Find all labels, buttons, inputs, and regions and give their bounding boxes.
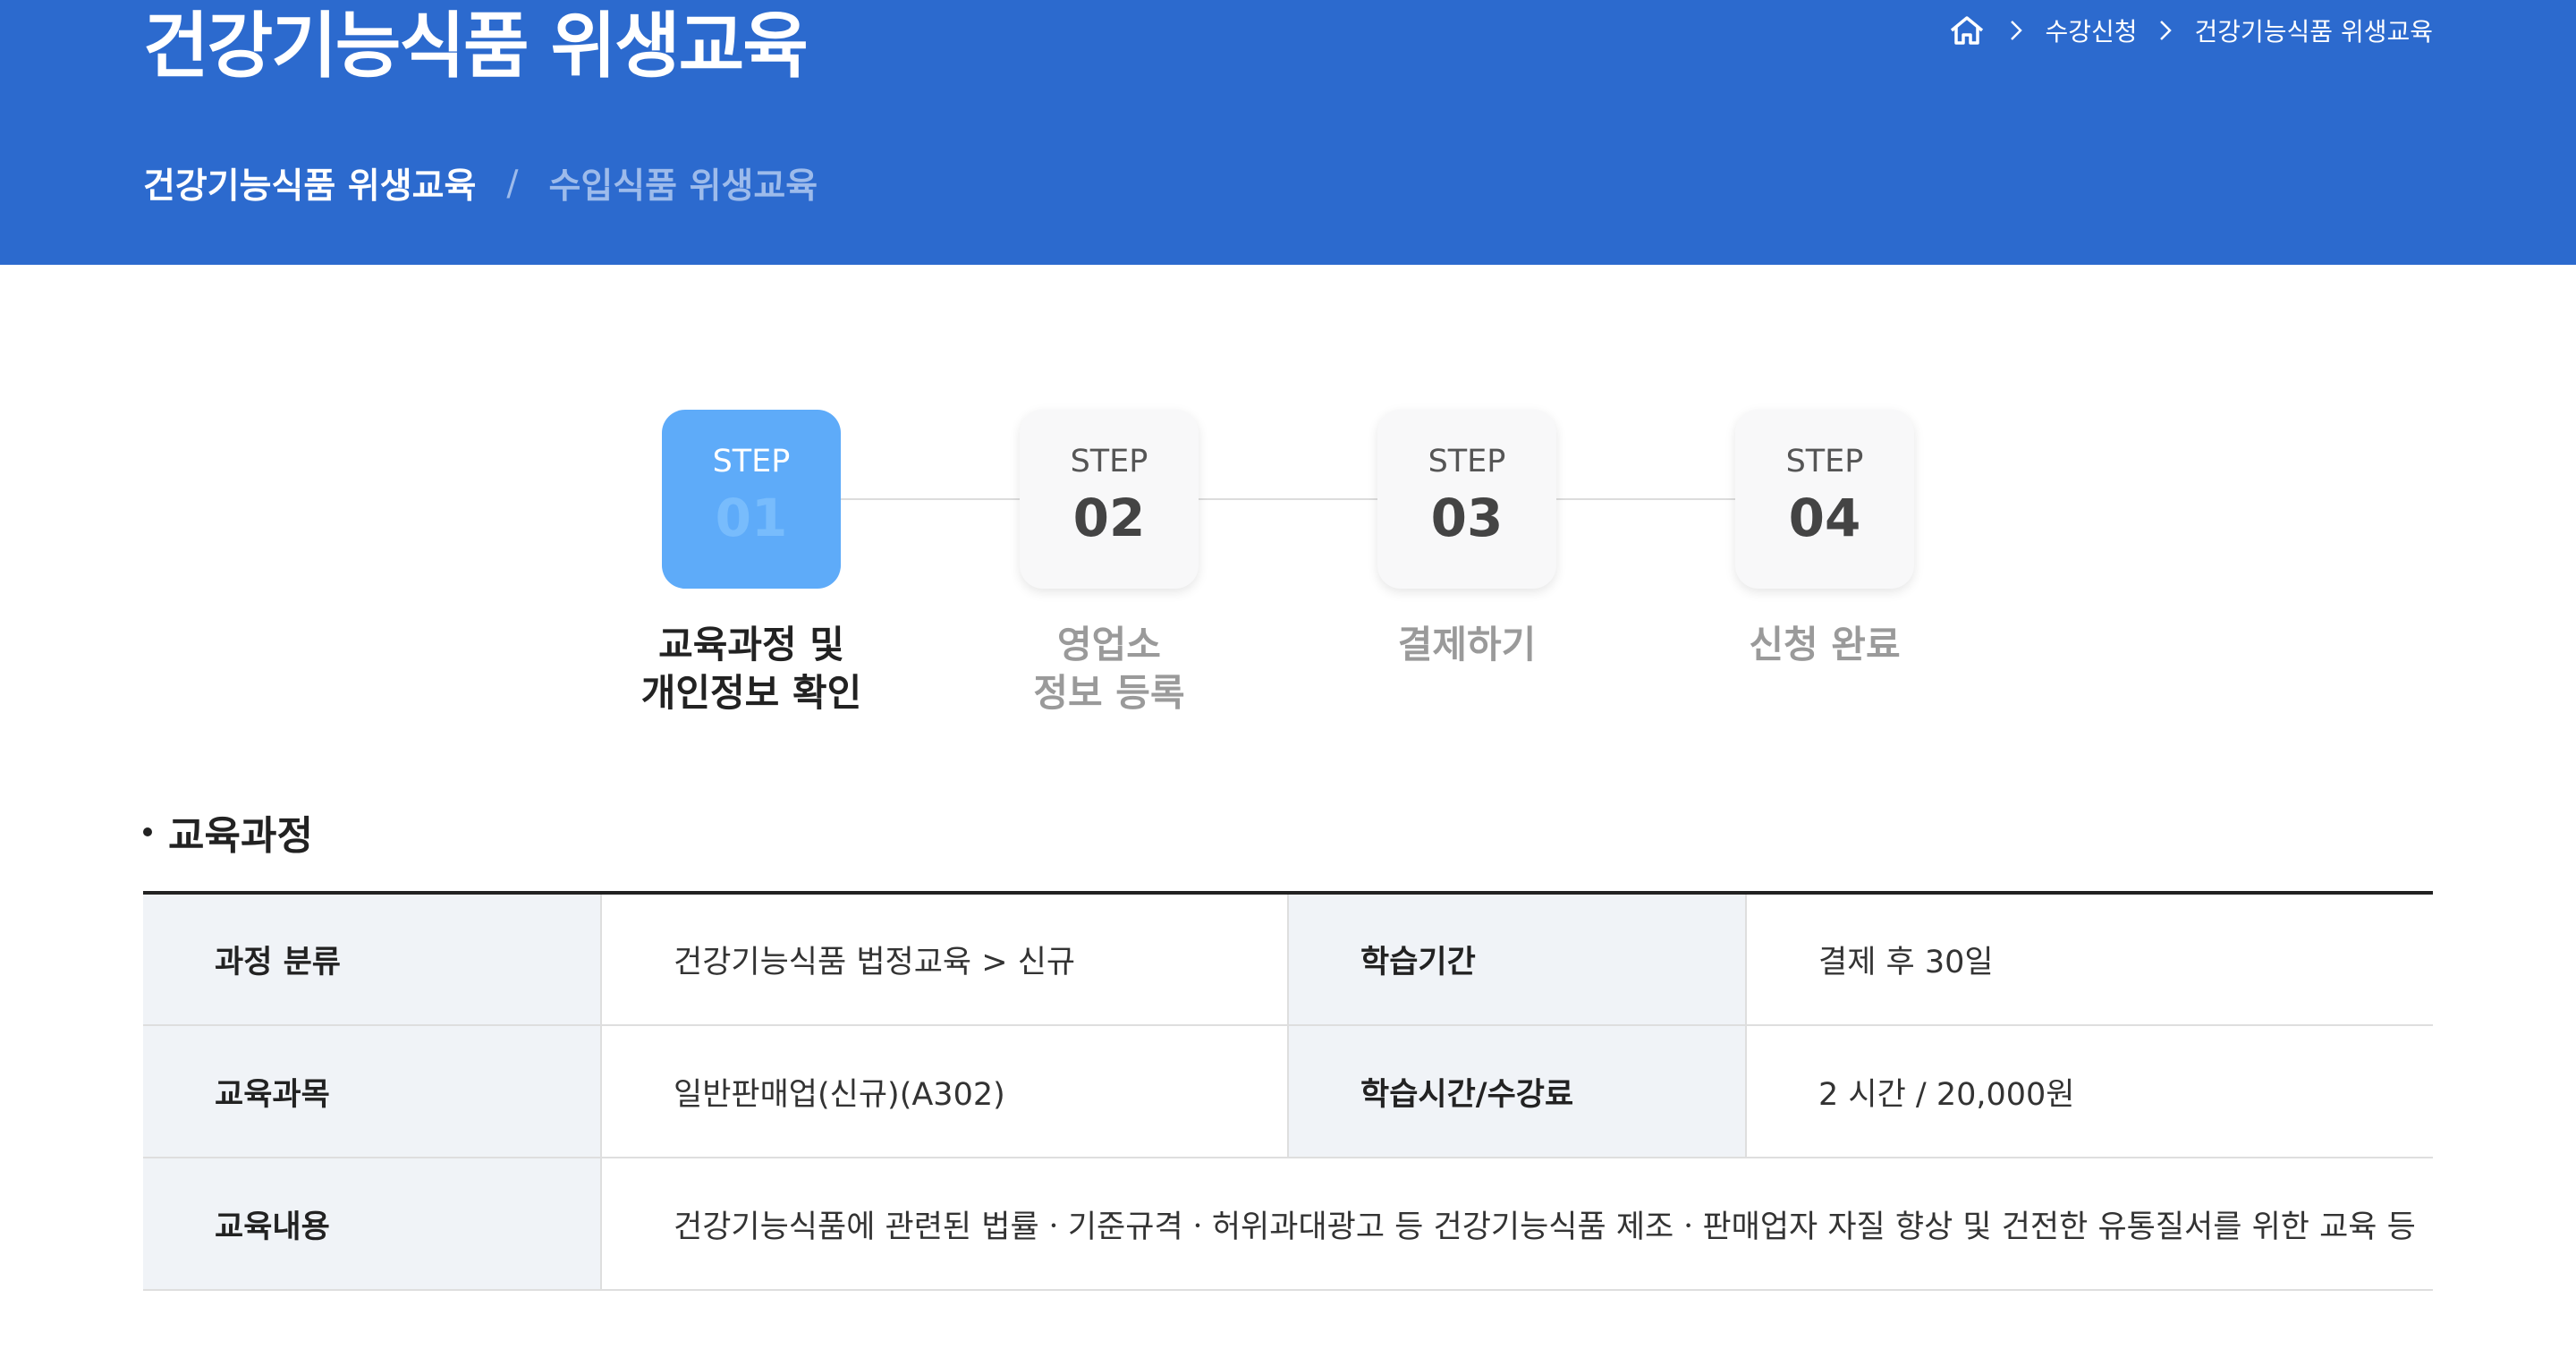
step-caption: 영업소 정보 등록 (975, 621, 1243, 717)
chevron-right-icon (1987, 20, 2045, 41)
row-value: 2 시간 / 20,000원 (1745, 1025, 2433, 1158)
step-keyword: STEP (1785, 444, 1864, 479)
table-row: 교육과목 일반판매업(신규)(A302) 학습시간/수강료 2 시간 / 20,… (143, 1025, 2433, 1158)
table-row: 과정 분류 건강기능식품 법정교육 > 신규 학습기간 결제 후 30일 (143, 893, 2433, 1026)
row-value: 건강기능식품 법정교육 > 신규 (600, 893, 1288, 1026)
step-caption-line: 정보 등록 (1033, 671, 1185, 715)
page-header: 건강기능식품 위생교육 수강신청 건강기능식품 위생교육 건강기능식품 위생교육… (0, 0, 2576, 265)
row-label: 학습기간 (1287, 893, 1746, 1026)
step-number: 02 (1072, 488, 1146, 548)
step-4: STEP 04 신청 완료 (1735, 410, 1914, 669)
steps-connector-line (751, 498, 1825, 500)
step-box: STEP 03 (1377, 410, 1556, 589)
sub-navigation: 건강기능식품 위생교육 / 수입식품 위생교육 (143, 158, 818, 208)
step-number: 01 (715, 488, 788, 548)
step-keyword: STEP (712, 444, 791, 479)
row-label: 교육과목 (143, 1025, 601, 1158)
step-1: STEP 01 교육과정 및 개인정보 확인 (641, 410, 861, 717)
row-value: 건강기능식품에 관련된 법률ㆍ기준규격ㆍ허위과대광고 등 건강기능식품 제조ㆍ판… (600, 1158, 2433, 1291)
chevron-right-icon (2137, 20, 2194, 41)
page-title: 건강기능식품 위생교육 (143, 4, 809, 88)
subnav-separator: / (506, 163, 519, 204)
step-keyword: STEP (1070, 444, 1148, 479)
step-box: STEP 02 (1020, 410, 1199, 589)
table-row: 교육내용 건강기능식품에 관련된 법률ㆍ기준규격ㆍ허위과대광고 등 건강기능식품… (143, 1158, 2433, 1291)
breadcrumb-item-current[interactable]: 건강기능식품 위생교육 (2194, 13, 2433, 48)
step-caption-line: 결제하기 (1397, 623, 1537, 666)
breadcrumb: 수강신청 건강기능식품 위생교육 (1946, 13, 2433, 48)
breadcrumb-item-apply[interactable]: 수강신청 (2045, 13, 2137, 48)
step-caption-line: 교육과정 및 (658, 623, 844, 666)
step-caption: 결제하기 (1333, 621, 1601, 669)
subnav-imported-food-training[interactable]: 수입식품 위생교육 (549, 158, 818, 208)
step-keyword: STEP (1428, 444, 1506, 479)
step-number: 03 (1430, 488, 1504, 548)
step-box: STEP 04 (1735, 410, 1914, 589)
step-caption: 신청 완료 (1690, 621, 1959, 669)
step-number: 04 (1788, 488, 1861, 548)
step-3: STEP 03 결제하기 (1377, 410, 1556, 669)
step-box: STEP 01 (662, 410, 841, 589)
step-2: STEP 02 영업소 정보 등록 (1020, 410, 1199, 717)
bullet-icon (143, 827, 152, 836)
step-caption-line: 영업소 (1057, 623, 1161, 666)
row-label: 학습시간/수강료 (1287, 1025, 1746, 1158)
step-caption: 교육과정 및 개인정보 확인 (617, 621, 886, 717)
row-value: 결제 후 30일 (1745, 893, 2433, 1026)
row-label: 교육내용 (143, 1158, 601, 1291)
home-icon[interactable] (1946, 13, 1987, 48)
section-title-text: 교육과정 (168, 813, 313, 859)
subnav-health-food-training[interactable]: 건강기능식품 위생교육 (143, 158, 476, 208)
row-label: 과정 분류 (143, 893, 601, 1026)
step-caption-line: 개인정보 확인 (640, 671, 862, 715)
step-caption-line: 신청 완료 (1749, 623, 1901, 666)
course-info-table: 과정 분류 건강기능식품 법정교육 > 신규 학습기간 결제 후 30일 교육과… (143, 891, 2433, 1291)
row-value: 일반판매업(신규)(A302) (600, 1025, 1288, 1158)
section-title: 교육과정 (143, 803, 313, 861)
